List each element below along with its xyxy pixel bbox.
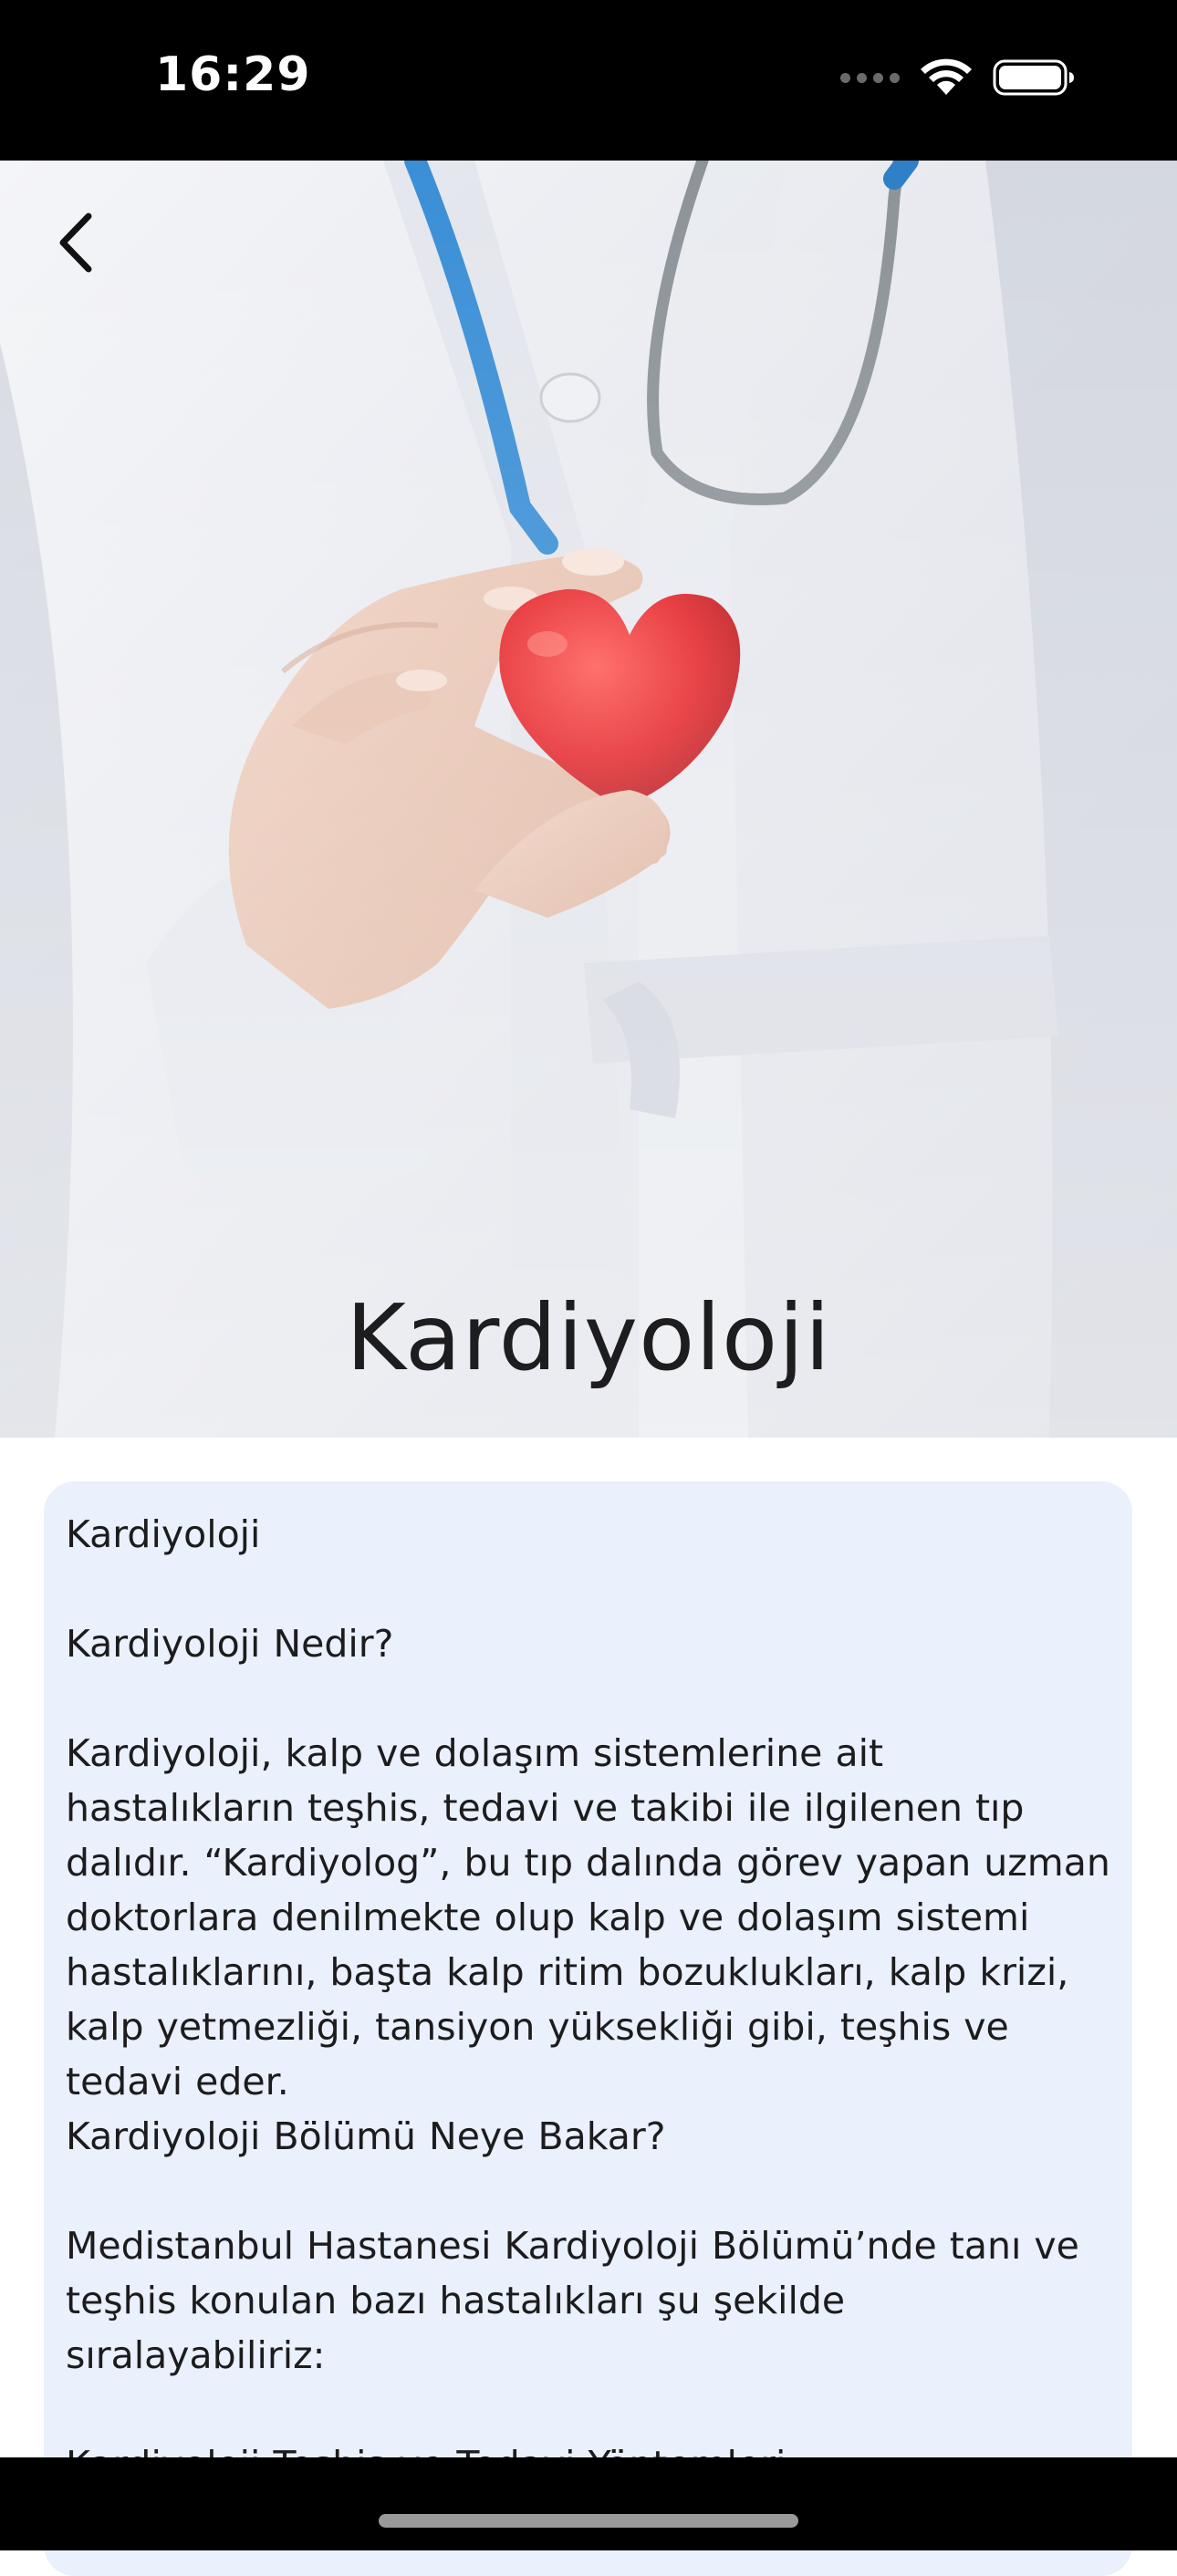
article-text: Kardiyoloji Kardiyoloji Nedir? Kardiyolo… — [66, 1512, 1110, 2487]
cellular-dots-icon — [840, 72, 900, 83]
status-bar: 16:29 — [0, 0, 1177, 161]
home-indicator[interactable] — [379, 2514, 798, 2528]
wifi-icon — [921, 58, 972, 95]
doctor-heart-photo — [0, 161, 1177, 1438]
status-icons — [840, 58, 1075, 97]
chevron-left-icon — [59, 213, 92, 273]
hero-image — [0, 161, 1177, 1438]
content-card[interactable]: Kardiyoloji Kardiyoloji Nedir? Kardiyolo… — [44, 1481, 1132, 2576]
back-button[interactable] — [44, 206, 108, 279]
status-time: 16:29 — [155, 47, 311, 102]
battery-icon — [993, 59, 1074, 96]
page-title: Kardiyoloji — [346, 1284, 831, 1391]
bottom-bar — [0, 2457, 1177, 2550]
